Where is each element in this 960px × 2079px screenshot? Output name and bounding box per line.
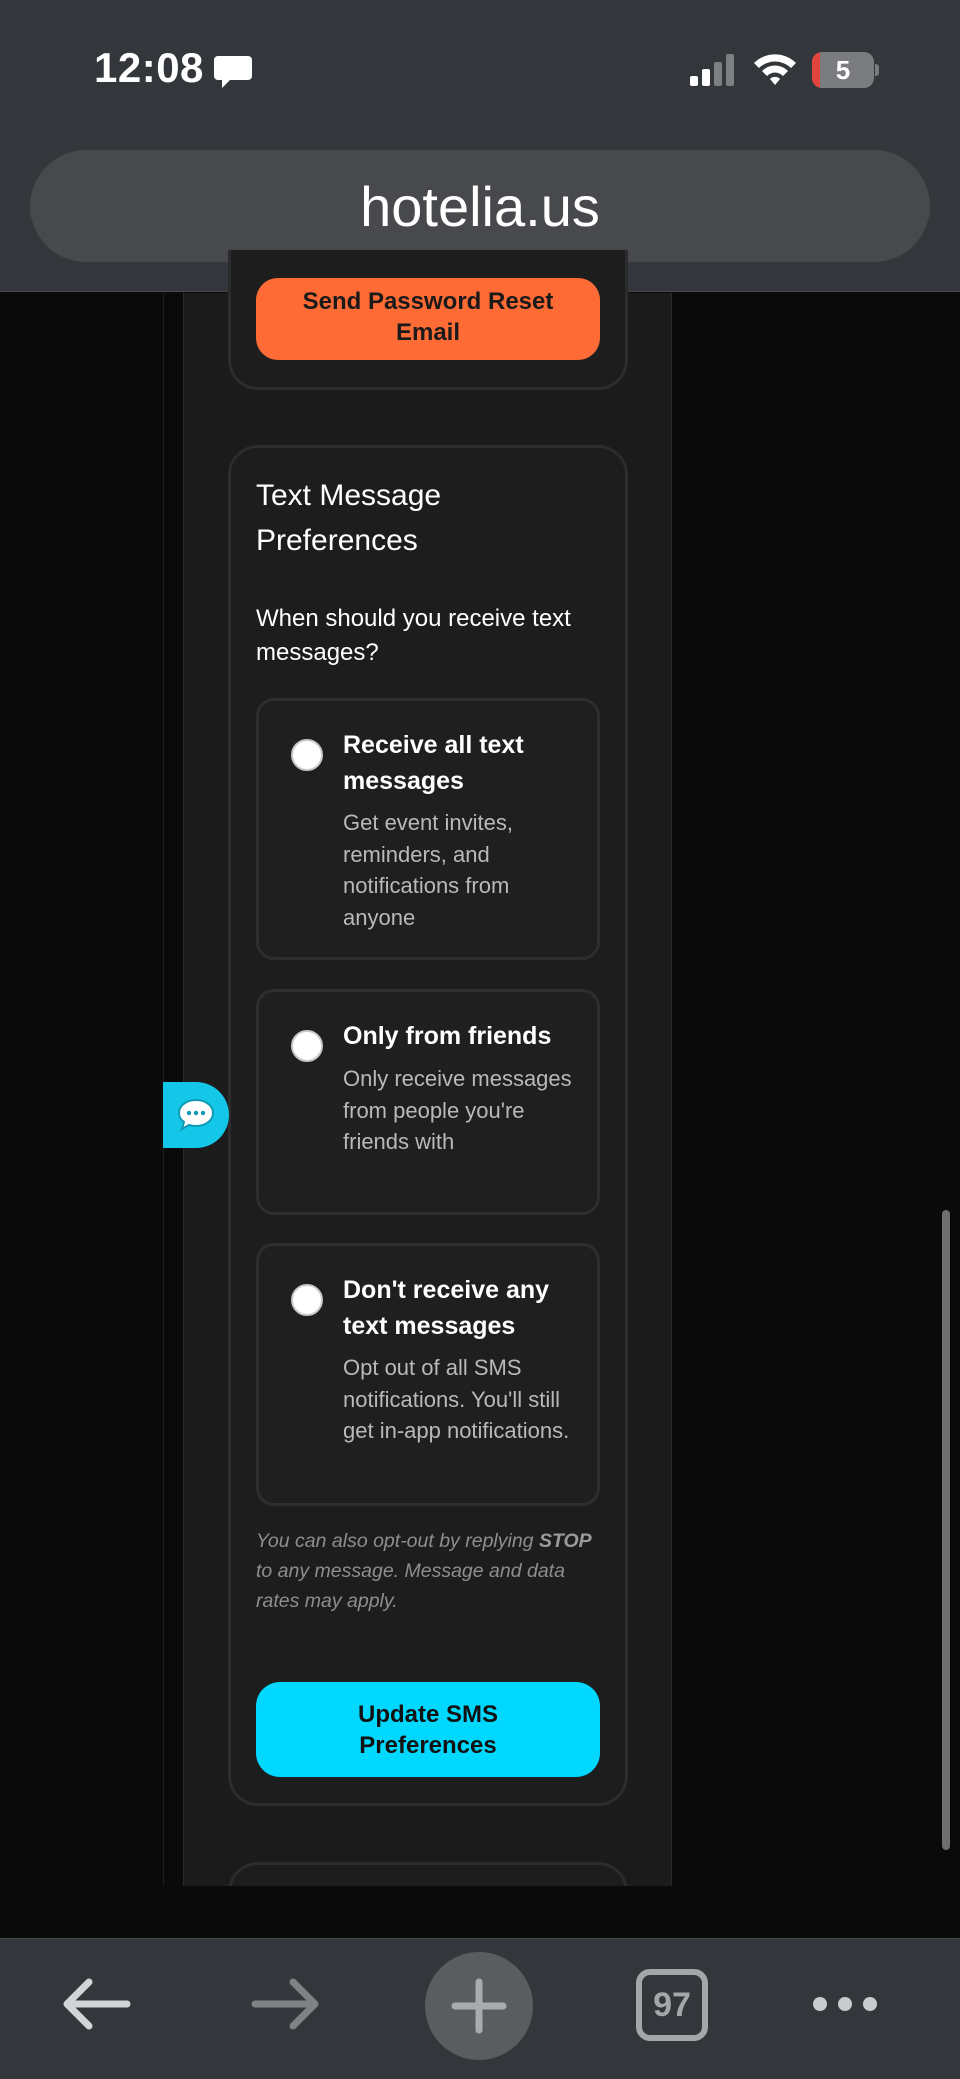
browser-top-bar: 12:08 5 hotelia.us xyxy=(0,0,960,292)
radio-no-messages[interactable] xyxy=(291,1284,323,1316)
option-title: Don't receive any text messages xyxy=(343,1276,550,1340)
back-button[interactable] xyxy=(50,1969,140,2039)
option-description: Opt out of all SMS notifications. You'll… xyxy=(343,1355,570,1443)
option-description: Get event invites, reminders, and notifi… xyxy=(343,810,513,930)
sms-option-friends[interactable]: Only from friends Only receive messages … xyxy=(256,989,600,1215)
note-prefix: You can also opt-out by replying xyxy=(256,1530,539,1552)
more-icon xyxy=(813,1997,877,2011)
update-sms-preferences-button[interactable]: Update SMS Preferences xyxy=(256,1682,600,1777)
tabs-icon: 97 xyxy=(653,1985,691,2024)
chat-widget-button[interactable] xyxy=(163,1082,229,1148)
battery-level: 5 xyxy=(835,55,851,85)
radio-only-friends[interactable] xyxy=(291,1030,323,1062)
forward-arrow-icon xyxy=(251,1978,319,2030)
page-scrollbar[interactable] xyxy=(942,1210,950,1850)
sms-option-all[interactable]: Receive all text messages Get event invi… xyxy=(256,698,600,960)
option-title: Receive all text messages xyxy=(343,731,524,795)
forward-button[interactable] xyxy=(242,1969,332,2039)
battery-icon: 5 xyxy=(812,52,879,88)
plus-icon xyxy=(451,1978,507,2034)
url-text: hotelia.us xyxy=(360,174,600,238)
tabs-button[interactable]: 97 xyxy=(636,1969,708,2041)
browser-bottom-toolbar: 97 xyxy=(0,1938,960,2079)
option-description: Only receive messages from people you're… xyxy=(343,1066,572,1154)
send-password-reset-label: Send Password Reset Email xyxy=(302,288,554,346)
url-bar[interactable]: hotelia.us xyxy=(30,150,930,262)
more-menu-button[interactable] xyxy=(800,1969,890,2039)
note-stop-keyword: STOP xyxy=(538,1530,592,1552)
opt-out-note: You can also opt-out by replying STOP to… xyxy=(256,1526,606,1616)
sms-preferences-question: When should you receive text messages? xyxy=(256,605,571,666)
chat-icon xyxy=(177,1098,215,1132)
page-bottom-area xyxy=(0,1886,960,1938)
update-sms-preferences-label: Update SMS Preferences xyxy=(357,1700,498,1759)
radio-all-messages[interactable] xyxy=(291,739,323,771)
back-arrow-icon xyxy=(63,1978,131,2030)
status-time: 12:08 xyxy=(94,44,204,91)
sms-preferences-title: Text Message Preferences xyxy=(256,479,442,557)
cellular-signal-icon xyxy=(690,54,734,86)
note-suffix: to any message. Message and data rates m… xyxy=(256,1560,565,1612)
wifi-icon xyxy=(754,54,796,85)
message-icon xyxy=(214,56,252,88)
sms-option-none[interactable]: Don't receive any text messages Opt out … xyxy=(256,1243,600,1506)
option-title: Only from friends xyxy=(343,1022,552,1050)
new-tab-button[interactable] xyxy=(425,1952,533,2060)
send-password-reset-button[interactable]: Send Password Reset Email xyxy=(256,278,600,360)
